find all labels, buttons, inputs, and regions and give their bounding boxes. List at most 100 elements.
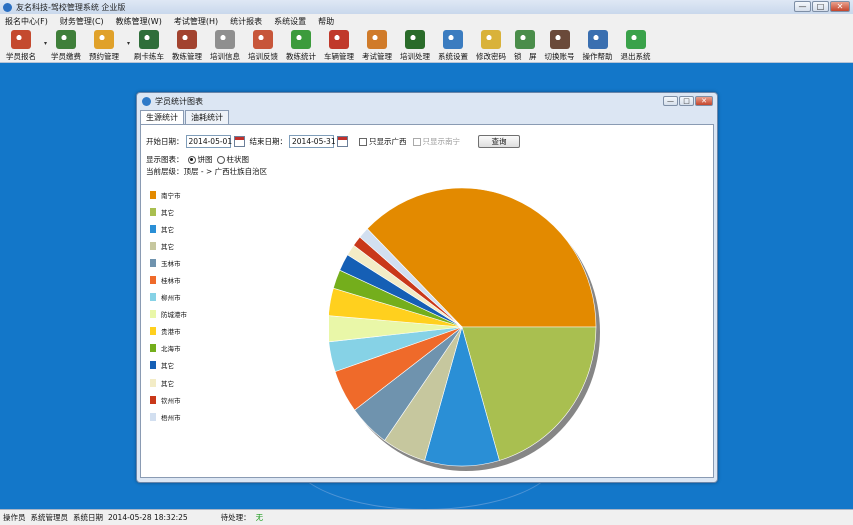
end-date-label: 结束日期：	[249, 137, 288, 146]
bar-chart-radio[interactable]	[216, 155, 225, 164]
only-nanning-label: 只显示南宁	[422, 137, 461, 146]
menu-reports[interactable]: 统计报表	[230, 16, 262, 27]
payment-icon	[56, 30, 76, 49]
legend-swatch	[150, 293, 156, 302]
legend-label: 北海市	[161, 345, 181, 354]
toolbar-button[interactable]: 学员缴费	[51, 30, 81, 62]
password-icon	[481, 30, 501, 49]
calendar-icon[interactable]	[337, 136, 348, 147]
tab-source-stats[interactable]: 生源统计	[140, 110, 184, 124]
menu-coach[interactable]: 教练管理(W)	[116, 16, 162, 27]
toolbar-button[interactable]: 学员报名	[6, 30, 36, 62]
toolbar-button[interactable]: 操作帮助	[583, 30, 613, 62]
settings-icon	[443, 30, 463, 49]
pending-value[interactable]: 无	[256, 512, 264, 523]
help-icon	[587, 30, 608, 49]
legend-item: 其它	[150, 203, 187, 220]
legend-swatch	[150, 361, 156, 370]
menu-finance[interactable]: 财务管理(C)	[60, 16, 104, 27]
training-process-icon	[405, 30, 425, 49]
dialog-tabs: 生源统计 油耗统计	[140, 110, 230, 124]
legend-item: 玉林市	[150, 254, 187, 271]
exit-icon	[625, 30, 646, 49]
card-swipe-icon	[139, 30, 159, 49]
feedback-icon	[253, 30, 273, 49]
toolbar-button-label: 培训信息	[210, 52, 240, 61]
toolbar-button-label: 学员报名	[6, 52, 36, 61]
dropdown-arrow-icon[interactable]: ▾	[44, 40, 49, 47]
switch-account-icon	[549, 30, 570, 49]
pie-chart-label: 饼图	[197, 155, 213, 164]
toolbar-button-label: 培训反馈	[248, 52, 278, 61]
menu-enroll-center[interactable]: 报名中心(F)	[5, 16, 48, 27]
legend-item: 北海市	[150, 340, 187, 357]
pie-slices	[327, 187, 597, 467]
dialog-minimize-button[interactable]: —	[663, 96, 678, 106]
legend-label: 玉林市	[161, 259, 181, 268]
toolbar-button[interactable]: 培训反馈	[248, 30, 278, 62]
legend-label: 其它	[161, 225, 174, 234]
toolbar-button[interactable]: 刷卡练车	[134, 30, 164, 62]
vehicle-icon	[329, 30, 349, 49]
training-info-icon	[215, 30, 235, 49]
legend-label: 钦州市	[161, 396, 181, 405]
pie-chart-radio[interactable]	[187, 155, 196, 164]
toolbar-button[interactable]: 系统设置	[438, 30, 468, 62]
toolbar-button[interactable]: 培训信息	[210, 30, 240, 62]
student-stats-dialog: 学员统计图表 — □ ✕ 生源统计 油耗统计 开始日期： 2014-05-01 …	[136, 92, 718, 483]
toolbar-button[interactable]: 切换账号	[545, 30, 575, 62]
toolbar-button[interactable]: 锁 屏	[514, 30, 537, 62]
toolbar-button[interactable]: 考试管理	[362, 30, 392, 62]
legend-label: 其它	[161, 362, 174, 371]
end-date-field[interactable]: 2014-05-31	[289, 135, 336, 148]
legend-item: 其它	[150, 220, 187, 237]
dialog-titlebar[interactable]: 学员统计图表	[137, 93, 717, 110]
minimize-button[interactable]: —	[794, 1, 811, 12]
start-date-field[interactable]: 2014-05-01	[185, 135, 232, 148]
menu-help[interactable]: 帮助	[318, 16, 334, 27]
legend-label: 桂林市	[161, 277, 181, 286]
query-button[interactable]: 查询	[478, 135, 520, 148]
toolbar-button[interactable]: 退出系统	[621, 30, 651, 62]
student-enroll-icon	[11, 30, 31, 49]
toolbar-button[interactable]: 教练统计	[286, 30, 316, 62]
toolbar-button-label: 系统设置	[438, 52, 468, 61]
legend-swatch	[150, 344, 156, 353]
level-breadcrumb[interactable]: 顶层 - > 广西壮族自治区	[184, 166, 268, 177]
tab-fuel-stats[interactable]: 油耗统计	[185, 110, 229, 124]
close-button[interactable]: ✕	[830, 1, 850, 12]
legend-item: 防城港市	[150, 306, 187, 323]
dropdown-arrow-icon[interactable]: ▾	[127, 40, 132, 47]
legend-swatch	[150, 327, 156, 336]
toolbar-button-label: 考试管理	[362, 52, 392, 61]
legend-label: 其它	[161, 379, 174, 388]
operator-label: 操作员	[3, 513, 26, 522]
toolbar-button[interactable]: 修改密码	[476, 30, 506, 62]
maximize-button[interactable]: □	[812, 1, 829, 12]
toolbar-button-label: 学员缴费	[51, 52, 81, 61]
toolbar-button[interactable]: 培训处理	[400, 30, 430, 62]
calendar-icon[interactable]	[233, 136, 245, 147]
legend-swatch	[150, 241, 156, 250]
toolbar-button-label: 修改密码	[476, 52, 506, 61]
toolbar-button-label: 退出系统	[620, 52, 651, 61]
dialog-close-button[interactable]: ✕	[695, 96, 713, 106]
legend-label: 柳州市	[161, 294, 181, 303]
toolbar-button-label: 操作帮助	[582, 52, 613, 61]
toolbar-button[interactable]: 预约管理	[89, 30, 119, 62]
toolbar-button-label: 预约管理	[89, 52, 119, 61]
app-logo-icon	[3, 2, 12, 12]
legend-item: 柳州市	[150, 289, 187, 306]
menu-exam[interactable]: 考试管理(H)	[174, 16, 218, 27]
app-title: 友名科技-驾校管理系统 企业版	[16, 2, 126, 12]
display-chart-label: 显示图表：	[146, 155, 184, 164]
dialog-maximize-button[interactable]: □	[679, 96, 694, 106]
legend-swatch	[150, 190, 156, 199]
menu-settings[interactable]: 系统设置	[274, 16, 306, 27]
lock-screen-icon	[515, 30, 536, 49]
toolbar-button-label: 刷卡练车	[134, 52, 164, 61]
toolbar-button[interactable]: 车辆管理	[324, 30, 354, 62]
only-guangxi-checkbox[interactable]	[359, 137, 367, 146]
toolbar-button[interactable]: 教练管理	[172, 30, 202, 62]
pie-chart-svg	[327, 187, 600, 471]
